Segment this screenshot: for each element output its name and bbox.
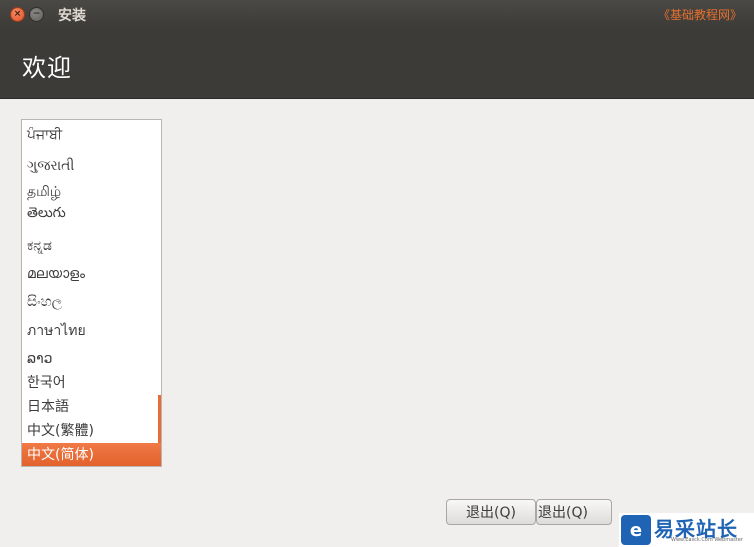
language-item-selected[interactable]: 中文(简体) [22,443,161,466]
language-list[interactable]: ਪੰਜਾਬੀ ગુજરાતી தமிழ் తెలుగు ಕನ್ನಡ മലയാളം… [21,119,162,467]
site-logo-icon: e [621,515,651,545]
language-item[interactable]: 中文(繁體) [22,419,161,443]
language-item[interactable]: ಕನ್ನಡ [22,234,161,258]
watermark-top-text: 《基础教程网》 [657,8,742,22]
language-item[interactable]: ગુજરાતી [22,154,161,178]
language-item[interactable]: ภาษาไทย [22,319,161,343]
language-item[interactable]: ਪੰਜਾਬੀ [22,123,161,147]
language-item[interactable]: 日本語 [22,395,161,419]
language-item[interactable]: ລາວ [22,347,161,371]
title-bar: × − 安装 《基础教程网》 [0,0,754,28]
watermark-subtext: Www.Easck.Com Webmaster [671,537,743,543]
language-item[interactable]: සිංහල [22,290,161,314]
language-item[interactable]: 한국어 [22,371,161,395]
quit-button-secondary[interactable]: 退出(Q) [536,499,612,525]
page-header: 欢迎 [0,28,754,99]
close-icon[interactable]: × [10,7,25,22]
window-title: 安装 [58,8,86,24]
minimize-icon[interactable]: − [29,7,44,22]
language-item[interactable]: తెలుగు [22,201,161,225]
page-title: 欢迎 [22,54,72,82]
list-scrollbar[interactable] [158,395,161,443]
watermark-badge: e 易采站长站 Www.Easck.Com Webmaster [619,513,754,547]
language-item[interactable]: മലയാളം [22,262,161,286]
quit-button[interactable]: 退出(Q) [446,499,536,525]
